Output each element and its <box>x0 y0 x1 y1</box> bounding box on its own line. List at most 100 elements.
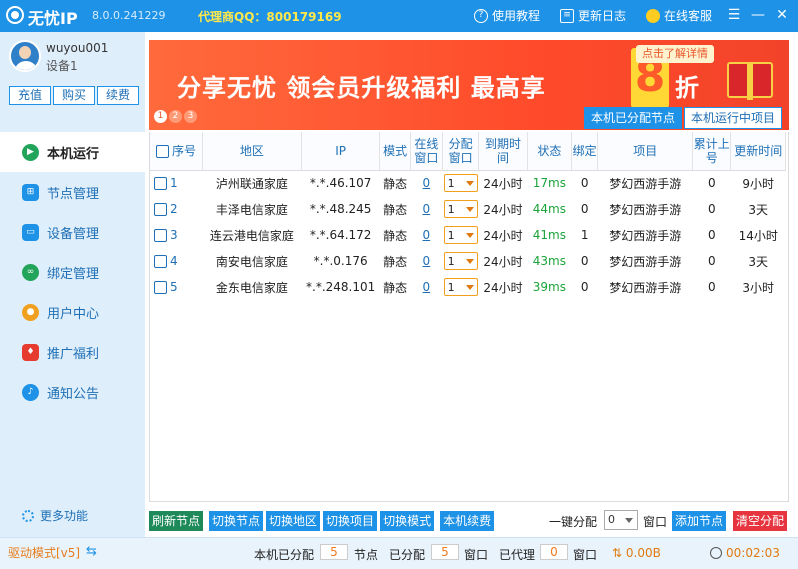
refresh-nodes-button[interactable]: 刷新节点 <box>149 511 204 531</box>
sidebar-item-binding[interactable]: ∞ 绑定管理 <box>0 252 145 292</box>
row-online-link[interactable]: 0 <box>423 176 431 190</box>
chevron-down-icon <box>465 181 474 187</box>
assigned-label: 已分配 <box>389 548 426 562</box>
row-online-link[interactable]: 0 <box>423 254 431 268</box>
banner-page-dot[interactable]: 1 <box>154 110 167 123</box>
row-alloc-value: 1 <box>447 254 455 268</box>
switch-project-button[interactable]: 切换项目 <box>323 511 378 531</box>
row-online-link[interactable]: 0 <box>423 280 431 294</box>
banner-text: 分享无忧 领会员升级福利 最高享 <box>177 74 546 102</box>
select-all-header[interactable]: 序号 <box>150 132 203 171</box>
row-checkbox[interactable] <box>154 177 167 191</box>
select-all-checkbox[interactable] <box>155 144 169 158</box>
local-renew-button[interactable]: 本机续费 <box>440 511 495 531</box>
switch-region-button[interactable]: 切换地区 <box>266 511 321 531</box>
tutorial-link[interactable]: ? 使用教程 <box>474 7 540 24</box>
row-mode: 静态 <box>383 176 408 191</box>
row-project: 梦幻西游手游 <box>609 228 682 243</box>
play-icon: ▶ <box>22 143 39 161</box>
recharge-button[interactable]: 充值 <box>9 86 51 105</box>
sidebar-item-promo[interactable]: ♦ 推广福利 <box>0 332 145 372</box>
row-checkbox[interactable] <box>154 203 167 216</box>
table-row[interactable]: 1 泸州联通家庭 *.*.46.107 静态 0 1 24小时 17ms 0 梦… <box>150 170 786 196</box>
row-bind: 0 <box>580 280 589 294</box>
row-region: 泸州联通家庭 <box>215 176 288 191</box>
app-version: 8.0.0.241229 <box>92 9 166 22</box>
onekey-select[interactable]: 0 <box>604 510 638 530</box>
row-ip: *.*.64.172 <box>309 228 372 242</box>
minimize-button[interactable]: — <box>748 5 768 25</box>
assigned-count: 5 <box>431 544 459 560</box>
sidebar-item-notices[interactable]: ♪ 通知公告 <box>0 372 145 412</box>
row-alloc-select[interactable]: 1 <box>443 252 478 270</box>
promo-banner[interactable]: 分享无忧 领会员升级福利 最高享 8 折 点击了解详情 1 2 3 本机已分配节… <box>149 40 789 130</box>
table-row[interactable]: 3 连云港电信家庭 *.*.64.172 静态 0 1 24小时 41ms 1 … <box>150 222 786 248</box>
row-expire: 24小时 <box>483 280 523 295</box>
table-row[interactable]: 2 丰泽电信家庭 *.*.48.245 静态 0 1 24小时 44ms 0 梦… <box>150 196 786 222</box>
header-total: 累计上号 <box>692 132 732 171</box>
row-ip: *.*.248.101 <box>306 280 376 294</box>
clear-allocation-button[interactable]: 清空分配 <box>733 511 788 531</box>
switch-mode-button[interactable]: 切换模式 <box>380 511 435 531</box>
chevron-down-icon <box>465 207 474 212</box>
driver-mode[interactable]: 驱动模式[v5] <box>8 544 80 561</box>
changelog-link[interactable]: ≡ 更新日志 <box>560 7 626 24</box>
more-functions-label: 更多功能 <box>40 509 89 523</box>
agent-qq: 代理商QQ：800179169 <box>198 10 342 24</box>
row-project: 梦幻西游手游 <box>609 280 682 295</box>
row-alloc-value: 1 <box>447 228 455 242</box>
row-checkbox[interactable] <box>154 229 167 242</box>
more-functions-button[interactable]: 更多功能 <box>22 507 88 524</box>
tab-running-projects[interactable]: 本机运行中项目 <box>684 107 783 129</box>
header-expire: 到期时间 <box>478 132 528 171</box>
sidebar-item-label: 推广福利 <box>47 346 100 362</box>
tutorial-label: 使用教程 <box>492 9 541 23</box>
banner-detail-button[interactable]: 点击了解详情 <box>636 45 714 63</box>
switch-icon[interactable]: ⇆ <box>86 544 97 559</box>
sidebar-item-local-run[interactable]: ▶ 本机运行 <box>0 132 145 172</box>
row-online-link[interactable]: 0 <box>423 202 431 216</box>
allocated-count: 5 <box>320 544 348 560</box>
row-alloc-select[interactable]: 1 <box>443 278 478 296</box>
row-online-link[interactable]: 0 <box>423 228 431 242</box>
gear-icon <box>22 509 34 522</box>
row-checkbox[interactable] <box>154 255 167 268</box>
action-bar: 刷新节点 切换节点 切换地区 切换项目 切换模式 本机续费 <box>149 511 495 531</box>
menu-icon[interactable]: ☰ <box>724 5 744 25</box>
row-ip: *.*.46.107 <box>309 176 372 191</box>
changelog-label: 更新日志 <box>578 9 627 23</box>
avatar[interactable] <box>9 40 41 72</box>
sidebar-item-nodes[interactable]: ⊞ 节点管理 <box>0 172 145 212</box>
row-mode: 静态 <box>383 254 408 269</box>
app-logo-icon <box>6 6 24 24</box>
row-alloc-select[interactable]: 1 <box>443 200 478 218</box>
row-checkbox[interactable] <box>154 281 167 294</box>
row-status: 39ms <box>532 280 566 294</box>
sidebar-item-devices[interactable]: ▭ 设备管理 <box>0 212 145 252</box>
buy-button[interactable]: 购买 <box>53 86 95 105</box>
row-alloc-select[interactable]: 1 <box>443 226 478 244</box>
run-time: 00:02:03 <box>710 546 780 560</box>
sidebar-item-label: 本机运行 <box>47 146 100 162</box>
close-button[interactable]: ✕ <box>772 5 792 25</box>
switch-node-button[interactable]: 切换节点 <box>209 511 264 531</box>
support-link[interactable]: 在线客服 <box>646 7 712 24</box>
sidebar-item-user-center[interactable]: ● 用户中心 <box>0 292 145 332</box>
table-header-row: 序号 地区 IP 模式 在线窗口 分配窗口 到期时间 状态 绑定 项目 累计上号… <box>150 132 786 171</box>
app-title: 无忧IP <box>28 9 78 28</box>
table-row[interactable]: 5 金东电信家庭 *.*.248.101 静态 0 1 24小时 39ms 0 … <box>150 274 786 300</box>
row-bind: 1 <box>580 228 589 242</box>
speed-readout: ⇅ 0.00B <box>612 546 661 560</box>
question-icon: ? <box>474 8 488 23</box>
renew-button[interactable]: 续费 <box>97 86 139 105</box>
row-alloc-select[interactable]: 1 <box>443 174 478 193</box>
sidebar-item-label: 通知公告 <box>47 386 100 402</box>
row-mode: 静态 <box>383 280 408 295</box>
add-node-button[interactable]: 添加节点 <box>672 511 727 531</box>
sidebar-item-label: 节点管理 <box>47 186 100 202</box>
row-seq: 2 <box>170 202 178 216</box>
table-row[interactable]: 4 南安电信家庭 *.*.0.176 静态 0 1 24小时 43ms 0 梦幻… <box>150 248 786 274</box>
banner-page-dot[interactable]: 3 <box>184 110 197 123</box>
tab-allocated-nodes[interactable]: 本机已分配节点 <box>584 107 683 129</box>
banner-page-dot[interactable]: 2 <box>169 110 182 123</box>
